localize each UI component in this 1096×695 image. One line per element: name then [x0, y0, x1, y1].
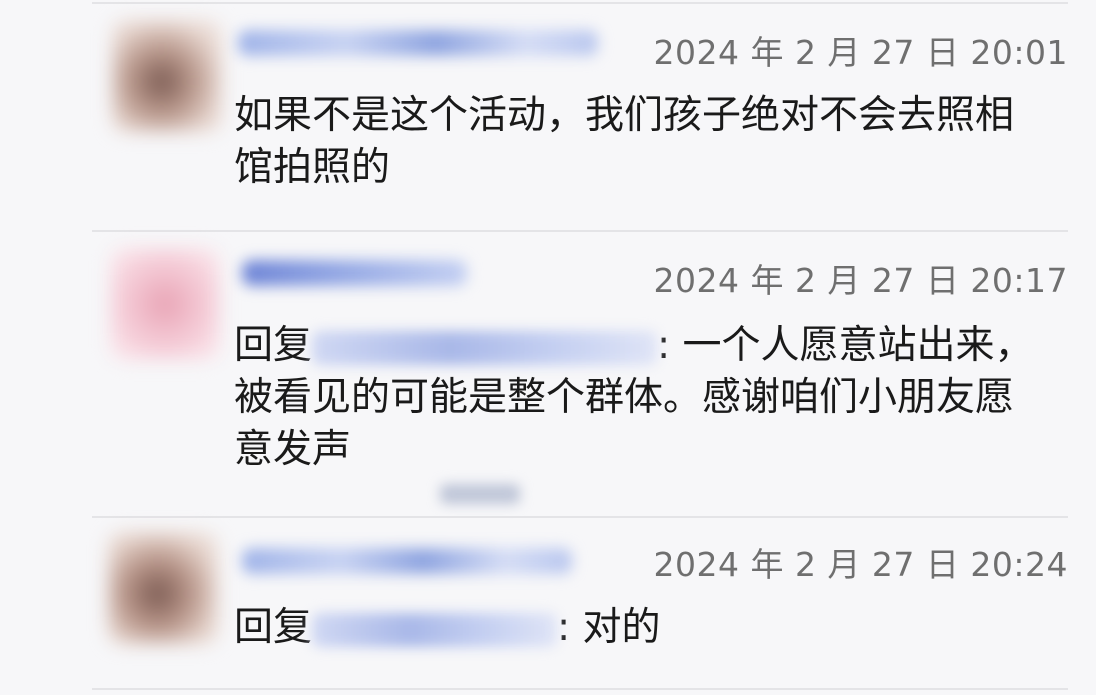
avatar[interactable]: [108, 532, 218, 644]
username-blurred[interactable]: [242, 260, 467, 286]
reply-username-blurred[interactable]: [312, 330, 658, 365]
blur-artifact: [440, 484, 520, 504]
username-blurred[interactable]: [238, 30, 598, 56]
reply-username-blurred[interactable]: [312, 612, 558, 647]
comment-text: 回复: 一个人愿意站出来，被看见的可能是整个群体。感谢咱们小朋友愿意发声: [234, 320, 1034, 476]
comment-timestamp: 2024 年 2 月 27 日 20:01: [653, 33, 1068, 72]
comment-timestamp: 2024 年 2 月 27 日 20:24: [653, 545, 1068, 584]
username-blurred[interactable]: [242, 548, 572, 574]
divider: [92, 688, 1068, 690]
reply-text: : 对的: [557, 605, 661, 650]
divider: [92, 230, 1068, 232]
divider: [92, 516, 1068, 518]
reply-prefix: 回复: [234, 323, 313, 368]
comment-text: 回复 : 对的: [234, 602, 1054, 654]
comment-timestamp: 2024 年 2 月 27 日 20:17: [653, 261, 1068, 300]
avatar[interactable]: [112, 20, 222, 132]
avatar[interactable]: [110, 248, 220, 360]
comment-text: 如果不是这个活动，我们孩子绝对不会去照相馆拍照的: [234, 93, 1015, 190]
divider: [92, 2, 1068, 4]
reply-prefix: 回复: [234, 605, 313, 650]
